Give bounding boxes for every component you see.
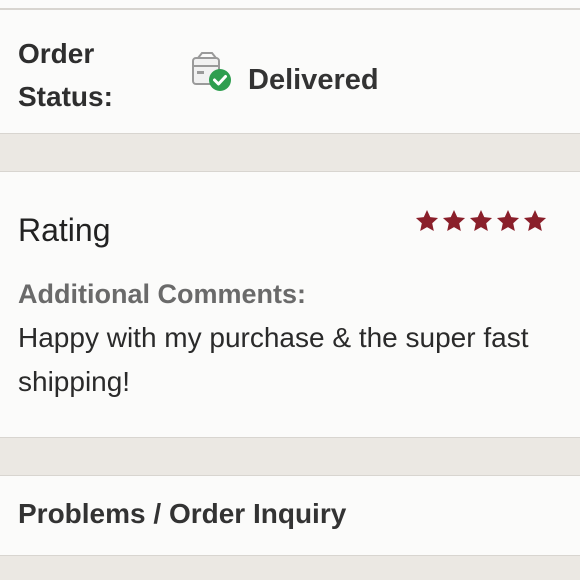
rating-card: Rating Additional Comments: Happy with m…	[0, 171, 580, 438]
previous-card-edge	[0, 0, 580, 9]
problems-card[interactable]: Problems / Order Inquiry	[0, 475, 580, 556]
package-delivered-icon	[190, 50, 234, 94]
star-icon	[469, 209, 493, 231]
rating-title: Rating	[18, 212, 111, 248]
star-icon	[496, 209, 520, 231]
order-status-card: Order Status: Delivered	[0, 9, 580, 134]
additional-comments-label: Additional Comments:	[18, 279, 306, 309]
problems-order-inquiry-link[interactable]: Problems / Order Inquiry	[18, 496, 346, 532]
order-status-value: Delivered	[248, 64, 379, 96]
star-icon	[415, 209, 439, 231]
additional-comments-text: Happy with my purchase & the super fast …	[18, 322, 529, 397]
order-status-label: Order Status:	[18, 38, 113, 112]
star-icon	[523, 209, 547, 231]
star-icon	[442, 209, 466, 231]
star-rating	[414, 208, 548, 234]
